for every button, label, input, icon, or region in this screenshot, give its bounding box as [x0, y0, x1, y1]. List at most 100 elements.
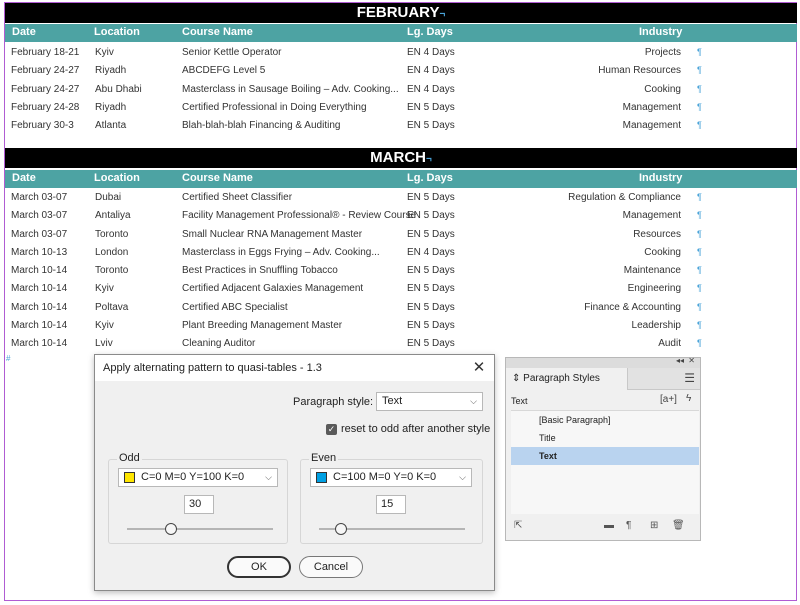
- cell-date: March 10-13: [11, 246, 68, 258]
- cancel-button[interactable]: Cancel: [299, 556, 363, 578]
- reset-checkbox[interactable]: ✓: [326, 424, 337, 435]
- pilcrow-mark: ¶: [697, 210, 702, 221]
- panel-close-icon[interactable]: ✕: [688, 356, 695, 365]
- load-styles-icon[interactable]: ⇱: [514, 520, 522, 531]
- cell-days: EN 5 Days: [407, 210, 455, 222]
- cell-course: Plant Breeding Management Master: [182, 320, 343, 332]
- pilcrow-mark: ¶: [697, 265, 702, 276]
- header-days: Lg. Days: [407, 26, 453, 38]
- cell-industry: Cooking: [644, 83, 681, 95]
- table-row: March 10-14 Kyiv Certified Adjacent Galaxi…: [5, 280, 797, 298]
- cell-days: EN 4 Days: [407, 47, 455, 58]
- cell-days: EN 5 Days: [407, 192, 455, 203]
- cell-industry: Projects: [644, 47, 681, 58]
- table-row: February 24-27 Riyadh ABCDEFG Level 5 EN 4 …: [5, 62, 797, 80]
- pilcrow-mark: ¶: [697, 65, 702, 76]
- table-row: March 03-07 Antaliya Facility Management P…: [5, 207, 797, 225]
- cell-days: EN 5 Days: [407, 265, 455, 277]
- new-style-from-selection-icon[interactable]: [a+]: [660, 394, 677, 405]
- even-swatch-select[interactable]: C=100 M=0 Y=0 K=0 ⌵: [310, 468, 472, 487]
- cell-location: Poltava: [95, 301, 129, 313]
- pilcrow-mark: ¶: [697, 83, 702, 94]
- pilcrow-mark: ¶: [697, 338, 702, 349]
- cell-industry: Leadership: [631, 320, 681, 332]
- clear-overrides-icon[interactable]: ¶: [626, 520, 631, 531]
- table-row: March 10-14 Poltava Certified ABC Speciali…: [5, 299, 797, 317]
- panel-menu-icon[interactable]: ☰: [684, 371, 695, 385]
- chevron-down-icon: ⌵: [470, 396, 477, 406]
- cell-industry: Human Resources: [598, 65, 681, 77]
- table-row: March 10-14 Lviv Cleaning Auditor EN 5 Days…: [5, 335, 797, 353]
- cell-date: March 03-07: [11, 192, 68, 203]
- new-style-icon[interactable]: ⊞: [650, 520, 658, 531]
- tab-paragraph-styles[interactable]: ⇕ Paragraph Styles: [506, 368, 628, 390]
- table-row: February 24-28 Riyadh Certified Profession…: [5, 99, 797, 117]
- ok-button[interactable]: OK: [227, 556, 291, 578]
- odd-swatch-select[interactable]: C=0 M=0 Y=100 K=0 ⌵: [118, 468, 278, 487]
- style-item[interactable]: Title: [511, 429, 699, 447]
- pilcrow-mark: ¶: [697, 47, 702, 57]
- odd-swatch-label: C=0 M=0 Y=100 K=0: [141, 471, 245, 483]
- paragraph-style-select[interactable]: Text ⌵: [376, 392, 483, 411]
- cell-date: February 18-21: [11, 47, 80, 58]
- cell-days: EN 4 Days: [407, 246, 455, 258]
- march-title-bar: MARCH¬: [5, 148, 797, 168]
- cell-date: March 10-14: [11, 301, 68, 313]
- cell-days: EN 4 Days: [407, 65, 455, 77]
- cell-industry: Management: [622, 101, 681, 113]
- cell-location: Lviv: [95, 338, 113, 350]
- paragraph-styles-panel: ◂◂ ✕ ⇕ Paragraph Styles ☰ Text [a+] ϟ [B…: [505, 356, 701, 541]
- close-icon[interactable]: ✕: [470, 359, 488, 377]
- odd-tint-slider[interactable]: [127, 528, 273, 530]
- cell-days: EN 5 Days: [407, 320, 455, 332]
- current-style-label: Text: [511, 396, 528, 406]
- march-header-row: Date Location Course Name Lg. Days Indus…: [5, 170, 797, 188]
- tab-arrows-icon: ⇕: [512, 373, 521, 384]
- panel-title: Paragraph Styles: [523, 373, 600, 384]
- cell-date: February 30-3: [11, 120, 74, 132]
- collapse-icon[interactable]: ◂◂: [676, 356, 684, 365]
- cell-date: March 10-14: [11, 320, 68, 332]
- cell-location: Dubai: [95, 192, 122, 203]
- odd-slider-thumb[interactable]: [164, 523, 177, 535]
- cell-industry: Finance & Accounting: [584, 301, 681, 313]
- quick-apply-icon[interactable]: ϟ: [686, 393, 691, 404]
- pilcrow-mark: ¶: [697, 192, 702, 202]
- march-rows: March 03-07 Dubai Certified Sheet Classifi…: [5, 189, 797, 354]
- cell-course: Blah-blah-blah Financing & Auditing: [182, 120, 341, 132]
- odd-swatch-icon: [124, 472, 135, 483]
- header-location: Location: [94, 26, 140, 38]
- header-course: Course Name: [182, 26, 253, 38]
- cell-location: London: [95, 246, 129, 258]
- cell-location: Kyiv: [95, 320, 114, 332]
- even-slider-thumb[interactable]: [334, 523, 347, 535]
- table-row: March 10-14 Toronto Best Practices in Snuf…: [5, 262, 797, 280]
- chevron-down-icon: ⌵: [265, 472, 272, 482]
- cell-days: EN 5 Days: [407, 338, 455, 350]
- header-date: Date: [12, 172, 36, 184]
- cell-course: Masterclass in Eggs Frying – Adv. Cookin…: [182, 246, 380, 258]
- header-industry: Industry: [639, 172, 683, 184]
- dialog-title: Apply alternating pattern to quasi-table…: [95, 355, 494, 381]
- cell-location: Toronto: [95, 228, 129, 240]
- cell-location: Toronto: [95, 265, 129, 277]
- cell-date: March 03-07: [11, 210, 68, 222]
- cell-days: EN 4 Days: [407, 83, 455, 95]
- story-end-mark: #: [6, 354, 11, 363]
- even-tint-input[interactable]: 15: [376, 495, 406, 514]
- folder-icon[interactable]: ▬: [604, 520, 614, 531]
- cell-industry: Management: [622, 120, 681, 132]
- cell-location: Abu Dhabi: [95, 83, 142, 95]
- header-date: Date: [12, 26, 36, 38]
- style-item[interactable]: [Basic Paragraph]: [511, 411, 699, 429]
- cell-date: February 24-27: [11, 83, 80, 95]
- style-item[interactable]: Text: [511, 447, 699, 465]
- cell-date: March 03-07: [11, 228, 68, 240]
- pilcrow-mark: ¶: [697, 246, 702, 257]
- paragraph-style-label: Paragraph style:: [293, 396, 374, 408]
- cell-location: Antaliya: [95, 210, 131, 222]
- odd-tint-input[interactable]: 30: [184, 495, 214, 514]
- cell-location: Kyiv: [95, 283, 114, 295]
- cell-industry: Regulation & Compliance: [568, 192, 681, 203]
- trash-icon[interactable]: 🗑: [672, 520, 685, 531]
